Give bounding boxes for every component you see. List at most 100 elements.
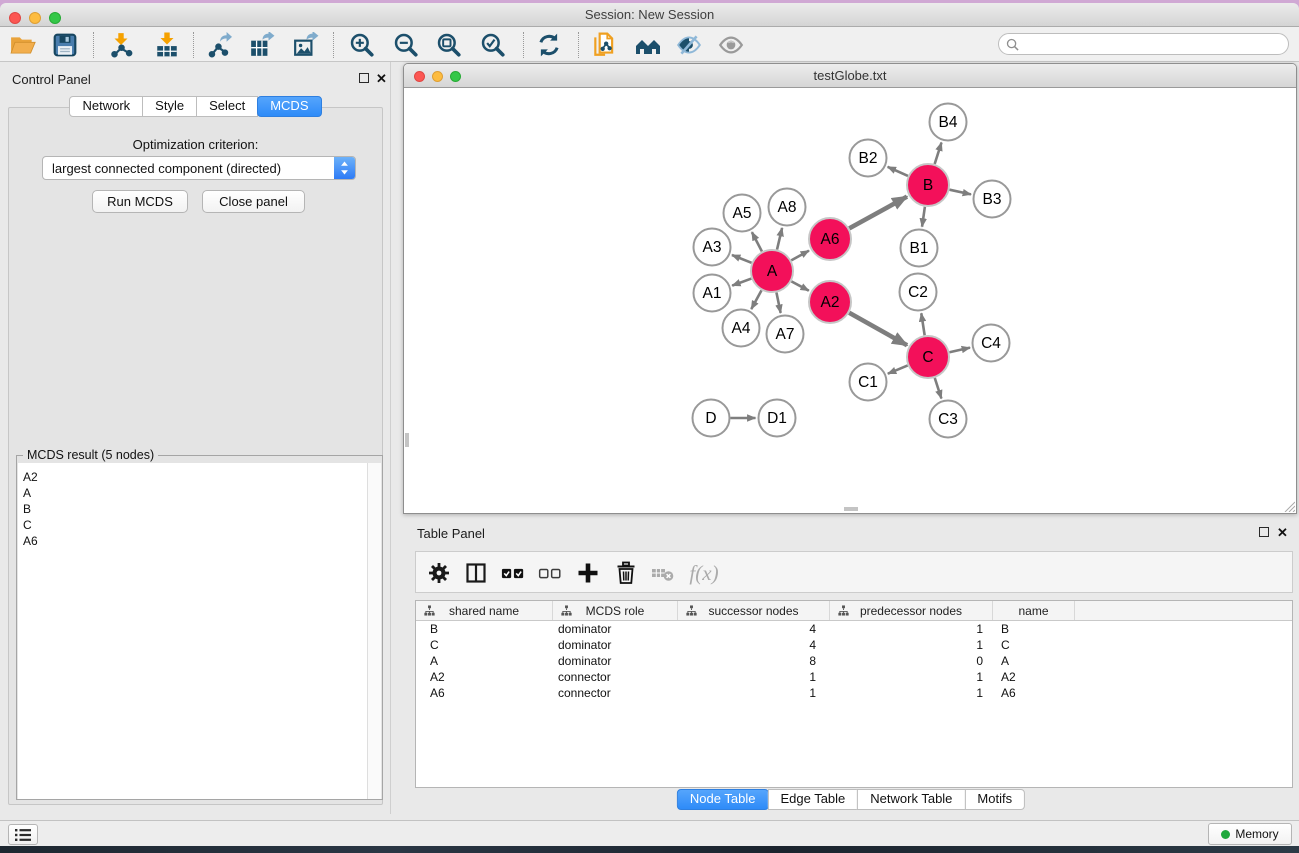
cell[interactable]: 4 bbox=[678, 637, 830, 653]
zoom-selected-button[interactable] bbox=[478, 30, 508, 60]
network-graph-svg[interactable]: B4B2BB3A5A8A6A3B1AA1C2A2A4A7CC4C1C3DD1 bbox=[404, 89, 1296, 513]
mcds-result-item[interactable]: C bbox=[18, 517, 368, 533]
cell[interactable]: dominator bbox=[553, 653, 678, 669]
cell[interactable]: 1 bbox=[830, 669, 993, 685]
memory-button[interactable]: Memory bbox=[1208, 823, 1292, 845]
cell[interactable]: connector bbox=[553, 669, 678, 685]
tab-network[interactable]: Network bbox=[69, 96, 143, 117]
network-window-titlebar[interactable]: testGlobe.txt bbox=[404, 64, 1296, 88]
refresh-view-button[interactable] bbox=[534, 30, 564, 60]
graph-edge-C-C3[interactable] bbox=[935, 378, 942, 399]
graph-edge-A-A5[interactable] bbox=[752, 232, 762, 251]
graph-edge-A-A1[interactable] bbox=[732, 279, 751, 286]
cell[interactable]: 1 bbox=[678, 685, 830, 701]
table-row[interactable]: A2connector11A2 bbox=[416, 669, 1292, 685]
table-panel-close-icon[interactable]: ✕ bbox=[1277, 528, 1288, 538]
search-input[interactable] bbox=[1023, 35, 1288, 53]
cell[interactable]: 1 bbox=[830, 621, 993, 637]
cell[interactable]: 1 bbox=[678, 669, 830, 685]
zoom-out-button[interactable] bbox=[391, 30, 421, 60]
table-row[interactable]: A6connector11A6 bbox=[416, 685, 1292, 701]
import-table-button[interactable] bbox=[152, 30, 182, 60]
delete-column-button[interactable] bbox=[611, 558, 641, 588]
export-network-button[interactable] bbox=[204, 30, 234, 60]
birdseye-view-button[interactable] bbox=[716, 30, 746, 60]
cell[interactable]: A6 bbox=[993, 685, 1075, 701]
clone-network-button[interactable] bbox=[589, 30, 619, 60]
tab-network-table[interactable]: Network Table bbox=[857, 789, 965, 810]
graph-edge-B-B1[interactable] bbox=[922, 207, 925, 227]
run-mcds-button[interactable]: Run MCDS bbox=[92, 190, 188, 213]
cell[interactable]: A bbox=[993, 653, 1075, 669]
table-row[interactable]: Adominator80A bbox=[416, 653, 1292, 669]
hide-graphics-details-button[interactable] bbox=[674, 30, 704, 60]
graph-edge-C-C2[interactable] bbox=[921, 313, 924, 335]
cell[interactable]: A6 bbox=[416, 685, 553, 701]
mcds-result-list[interactable]: A2ABCA6 bbox=[18, 463, 368, 799]
cell[interactable]: 0 bbox=[830, 653, 993, 669]
mcds-result-item[interactable]: A2 bbox=[18, 463, 368, 485]
mcds-result-scrollbar[interactable] bbox=[367, 463, 381, 799]
graph-edge-A-A3[interactable] bbox=[732, 255, 752, 263]
graph-edge-B-B3[interactable] bbox=[949, 190, 971, 195]
graph-edge-A2-C[interactable] bbox=[849, 313, 907, 345]
deselect-all-button[interactable] bbox=[535, 558, 565, 588]
tab-select[interactable]: Select bbox=[196, 96, 258, 117]
network-vertical-scrollbar[interactable] bbox=[405, 433, 409, 447]
graph-edge-B-B2[interactable] bbox=[888, 167, 908, 176]
graph-edge-B-B4[interactable] bbox=[935, 142, 942, 164]
cell[interactable]: A2 bbox=[993, 669, 1075, 685]
table-settings-button[interactable] bbox=[424, 558, 454, 588]
table-row[interactable]: Bdominator41B bbox=[416, 621, 1292, 637]
mcds-result-item[interactable]: A6 bbox=[18, 533, 368, 549]
column-header-name[interactable]: name bbox=[993, 601, 1075, 620]
cell[interactable]: 1 bbox=[830, 637, 993, 653]
cell[interactable]: dominator bbox=[553, 637, 678, 653]
column-header-shared-name[interactable]: shared name bbox=[416, 601, 553, 620]
graph-edge-C-C4[interactable] bbox=[949, 348, 970, 353]
column-header-MCDS-role[interactable]: MCDS role bbox=[553, 601, 678, 620]
export-image-button[interactable] bbox=[291, 30, 321, 60]
cell[interactable]: dominator bbox=[553, 621, 678, 637]
mcds-result-item[interactable]: B bbox=[18, 501, 368, 517]
delete-table-button[interactable] bbox=[648, 558, 678, 588]
tab-node-table[interactable]: Node Table bbox=[677, 789, 769, 810]
zoom-fit-button[interactable] bbox=[434, 30, 464, 60]
search-field[interactable] bbox=[998, 33, 1289, 55]
resize-grip-icon[interactable] bbox=[1281, 498, 1295, 512]
mcds-result-item[interactable]: A bbox=[18, 485, 368, 501]
zoom-in-button[interactable] bbox=[347, 30, 377, 60]
open-file-button[interactable] bbox=[8, 30, 38, 60]
network-canvas[interactable]: B4B2BB3A5A8A6A3B1AA1C2A2A4A7CC4C1C3DD1 bbox=[404, 89, 1296, 513]
select-all-button[interactable] bbox=[498, 558, 528, 588]
column-header-successor-nodes[interactable]: successor nodes bbox=[678, 601, 830, 620]
graph-edge-A-A8[interactable] bbox=[777, 228, 782, 250]
export-table-button[interactable] bbox=[247, 30, 277, 60]
cell[interactable]: 8 bbox=[678, 653, 830, 669]
import-network-button[interactable] bbox=[106, 30, 136, 60]
graph-edge-A-A2[interactable] bbox=[791, 281, 808, 290]
tab-motifs[interactable]: Motifs bbox=[964, 789, 1025, 810]
cell[interactable]: 1 bbox=[830, 685, 993, 701]
show-home-networks-button[interactable] bbox=[633, 30, 663, 60]
cell[interactable]: 4 bbox=[678, 621, 830, 637]
cell[interactable]: C bbox=[416, 637, 553, 653]
cell[interactable]: A bbox=[416, 653, 553, 669]
column-header-predecessor-nodes[interactable]: predecessor nodes bbox=[830, 601, 993, 620]
control-panel-close-icon[interactable]: ✕ bbox=[376, 74, 387, 84]
tab-style[interactable]: Style bbox=[142, 96, 197, 117]
graph-edge-A-A4[interactable] bbox=[751, 290, 761, 309]
show-panel-list-button[interactable] bbox=[8, 824, 38, 845]
graph-edge-A6-B[interactable] bbox=[849, 197, 907, 229]
add-column-button[interactable] bbox=[573, 558, 603, 588]
tab-mcds[interactable]: MCDS bbox=[257, 96, 321, 117]
cell[interactable]: connector bbox=[553, 685, 678, 701]
save-session-button[interactable] bbox=[50, 30, 80, 60]
graph-edge-C-C1[interactable] bbox=[888, 365, 908, 373]
control-panel-float-icon[interactable] bbox=[359, 73, 369, 83]
function-builder-button[interactable]: f(x) bbox=[684, 558, 724, 588]
cell[interactable]: A2 bbox=[416, 669, 553, 685]
cell[interactable]: C bbox=[993, 637, 1075, 653]
graph-edge-A-A6[interactable] bbox=[791, 251, 809, 261]
graph-edge-A-A7[interactable] bbox=[776, 293, 780, 313]
